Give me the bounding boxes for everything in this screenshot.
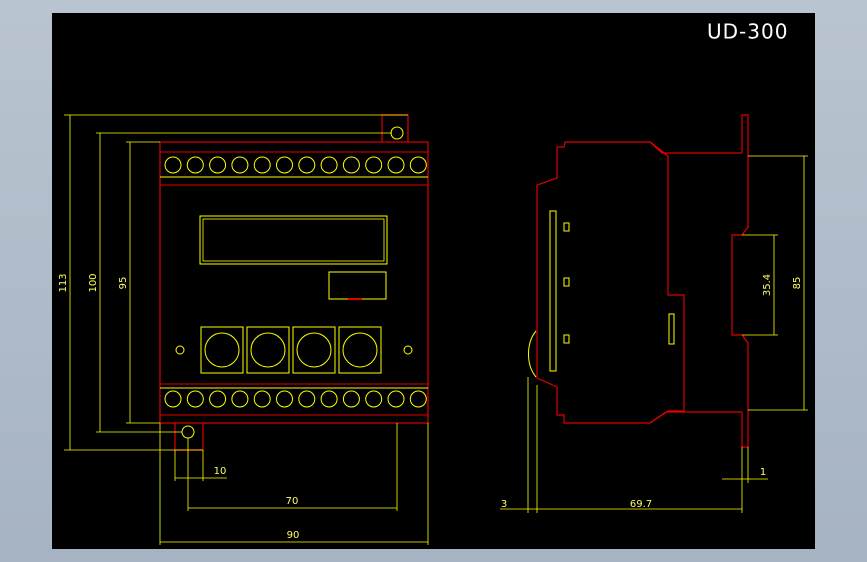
round-button	[250, 332, 286, 368]
round-button	[342, 332, 378, 368]
side-bottom-step	[649, 411, 742, 424]
side-latch-2	[563, 277, 570, 287]
display-window-inner	[202, 218, 385, 262]
device-body	[159, 141, 429, 424]
terminal-screw	[164, 390, 182, 408]
front-dimensions	[64, 114, 429, 545]
round-button	[296, 332, 332, 368]
terminal-screw	[186, 390, 204, 408]
side-vent-slot	[549, 210, 557, 372]
dim-label-90: 90	[287, 530, 300, 541]
terminal-screw	[298, 390, 316, 408]
bottom-terminal-row	[164, 390, 427, 408]
terminal-screw	[276, 156, 293, 174]
terminal-screw	[365, 390, 383, 408]
front-view	[159, 114, 429, 451]
terminal-screw	[253, 390, 271, 408]
terminal-screw	[231, 390, 249, 408]
top-terminal-row	[164, 156, 427, 174]
side-release-tab	[668, 313, 675, 345]
dim-label-35-4: 35.4	[762, 274, 773, 296]
side-latch-3	[563, 334, 570, 344]
cad-drawing: UD-300 113 100 95 10 70 90 35.4 85 3 69.…	[58, 20, 808, 545]
drawing-canvas: UD-300 113 100 95 10 70 90 35.4 85 3 69.…	[52, 13, 815, 549]
side-view-details	[549, 210, 675, 372]
dim-label-85: 85	[792, 277, 803, 290]
dim-label-70: 70	[286, 496, 299, 507]
drawing-title: UD-300	[707, 20, 788, 44]
terminal-screw	[387, 390, 405, 408]
round-button	[204, 332, 240, 368]
dim-label-10: 10	[214, 466, 227, 477]
terminal-screw	[342, 156, 360, 174]
side-view	[528, 114, 749, 448]
right-screw	[403, 345, 413, 355]
bottom-mount-hole	[181, 425, 195, 439]
terminal-screw	[298, 156, 316, 174]
terminal-screw	[276, 390, 293, 408]
terminal-screw	[409, 156, 427, 174]
side-profile-outline	[536, 141, 685, 424]
dim-label-100: 100	[88, 273, 99, 292]
button-frame	[338, 326, 382, 374]
terminal-screw	[320, 390, 338, 408]
dim-label-95: 95	[118, 277, 129, 290]
terminal-screw	[186, 156, 204, 174]
terminal-screw	[365, 156, 383, 174]
side-latch-1	[563, 222, 570, 232]
dim-label-69-7: 69.7	[630, 499, 652, 510]
terminal-screw	[409, 390, 427, 408]
button-row	[200, 326, 382, 374]
din-rail-clip	[731, 114, 749, 448]
label-box	[328, 271, 387, 300]
button-frame	[200, 326, 244, 374]
terminal-screw	[253, 156, 271, 174]
display-window	[199, 215, 388, 265]
side-top-step	[649, 141, 742, 154]
dim-label-1: 1	[760, 467, 766, 478]
button-frame	[246, 326, 290, 374]
terminal-screw	[209, 390, 227, 408]
side-rear-knob	[528, 330, 537, 378]
top-mount-hole	[390, 126, 404, 140]
top-mount-tab	[381, 114, 409, 142]
terminal-screw	[320, 156, 338, 174]
terminal-screw	[164, 156, 182, 174]
terminal-screw	[231, 156, 249, 174]
terminal-screw	[342, 390, 360, 408]
button-frame	[292, 326, 336, 374]
left-screw	[175, 345, 185, 355]
dim-label-113: 113	[58, 273, 69, 292]
terminal-screw	[387, 156, 405, 174]
bottom-mount-tab	[174, 423, 204, 451]
terminal-screw	[209, 156, 227, 174]
side-dimensions	[500, 155, 808, 513]
dim-label-3: 3	[501, 499, 507, 510]
